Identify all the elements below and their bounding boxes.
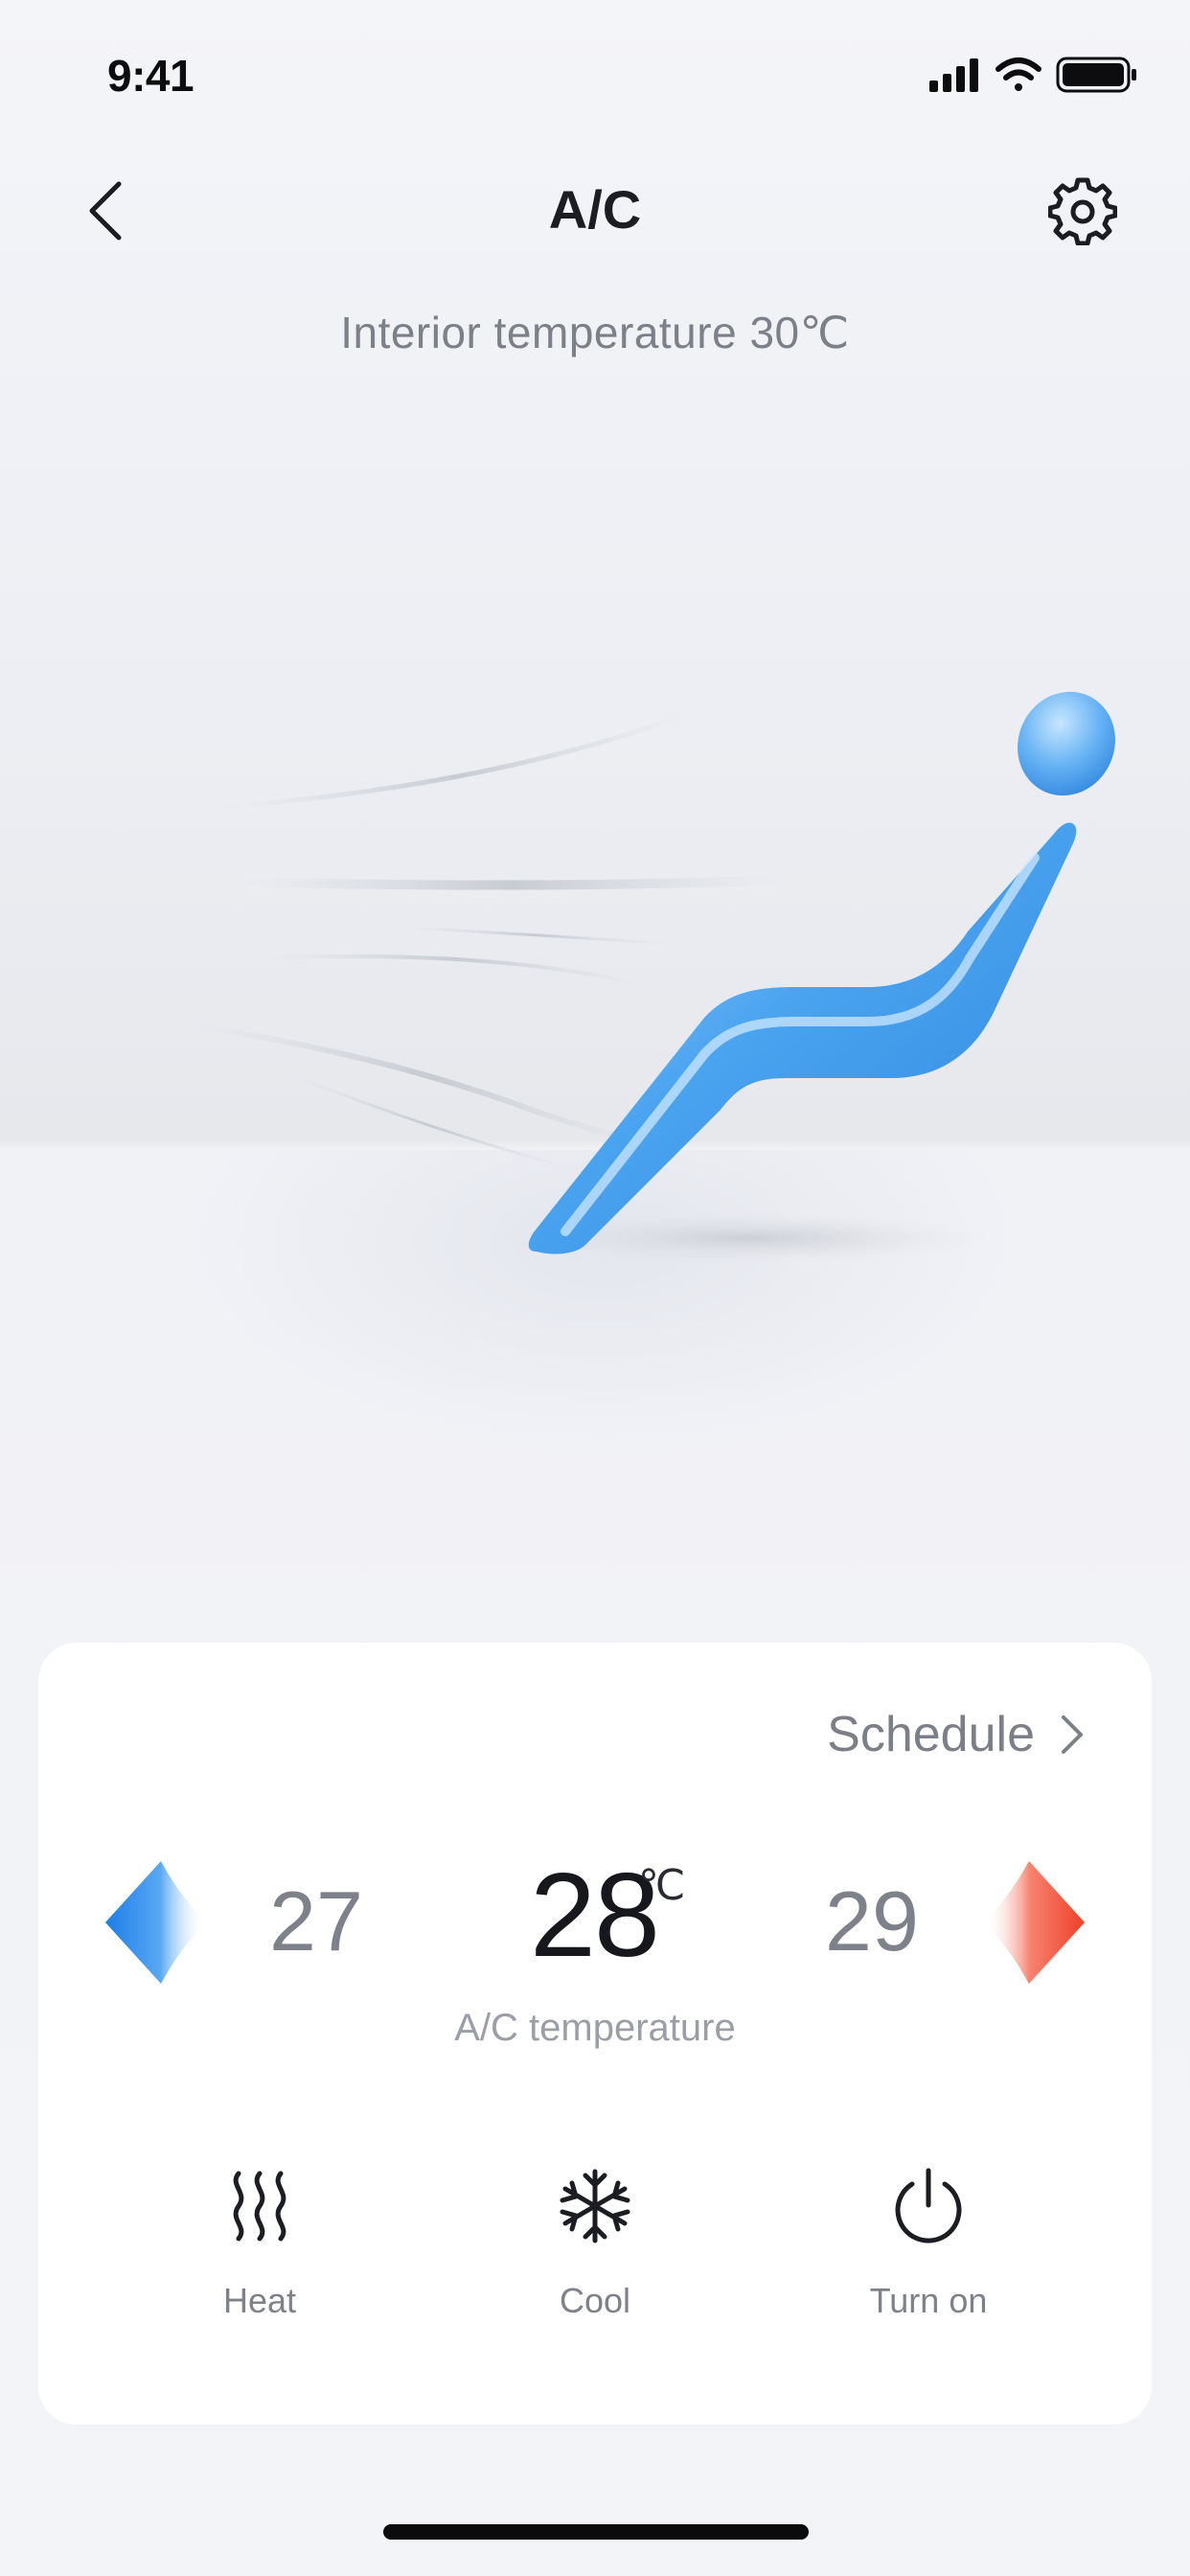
reclining-seat-icon bbox=[528, 691, 1115, 1254]
arrow-right-icon bbox=[985, 1861, 1085, 1984]
heat-mode-button[interactable]: Heat bbox=[145, 2160, 375, 2321]
power-icon bbox=[882, 2160, 974, 2252]
interior-temperature: Interior temperature 30℃ bbox=[340, 308, 850, 357]
seat-headrest bbox=[1018, 691, 1115, 796]
schedule-link[interactable]: Schedule bbox=[827, 1706, 1085, 1763]
battery-icon bbox=[1056, 57, 1136, 93]
status-time: 9:41 bbox=[107, 51, 195, 101]
wifi-icon bbox=[995, 58, 1041, 91]
cool-mode-button[interactable]: Cool bbox=[480, 2160, 710, 2321]
heat-waves-icon bbox=[214, 2160, 306, 2252]
seat-airflow-illustration bbox=[0, 613, 1190, 1342]
increase-temperature-button[interactable] bbox=[975, 1855, 1090, 1990]
temperature-unit: ℃ bbox=[638, 1862, 686, 1909]
settings-button[interactable] bbox=[1042, 171, 1123, 251]
gear-icon bbox=[1048, 177, 1117, 245]
home-indicator[interactable] bbox=[383, 2524, 809, 2540]
heat-mode-label: Heat bbox=[222, 2281, 297, 2320]
power-button[interactable]: Turn on bbox=[813, 2160, 1043, 2321]
previous-temperature[interactable]: 27 bbox=[240, 1873, 393, 1970]
next-temperature[interactable]: 29 bbox=[795, 1873, 949, 1970]
schedule-label: Schedule bbox=[827, 1707, 1035, 1762]
status-icons bbox=[929, 56, 1140, 94]
snowflake-icon bbox=[549, 2160, 641, 2252]
decrease-temperature-button[interactable] bbox=[100, 1855, 215, 1990]
page-title: A/C bbox=[548, 179, 642, 240]
cellular-signal-icon bbox=[929, 58, 978, 92]
chevron-right-icon bbox=[1062, 1715, 1083, 1754]
control-card: Schedule 27 28 ℃ 29 A/C temperature Heat… bbox=[38, 1643, 1152, 2425]
arrow-left-icon bbox=[105, 1861, 205, 1984]
cool-mode-label: Cool bbox=[559, 2281, 631, 2320]
temperature-caption: A/C temperature bbox=[454, 2007, 736, 2049]
power-label: Turn on bbox=[869, 2281, 988, 2320]
